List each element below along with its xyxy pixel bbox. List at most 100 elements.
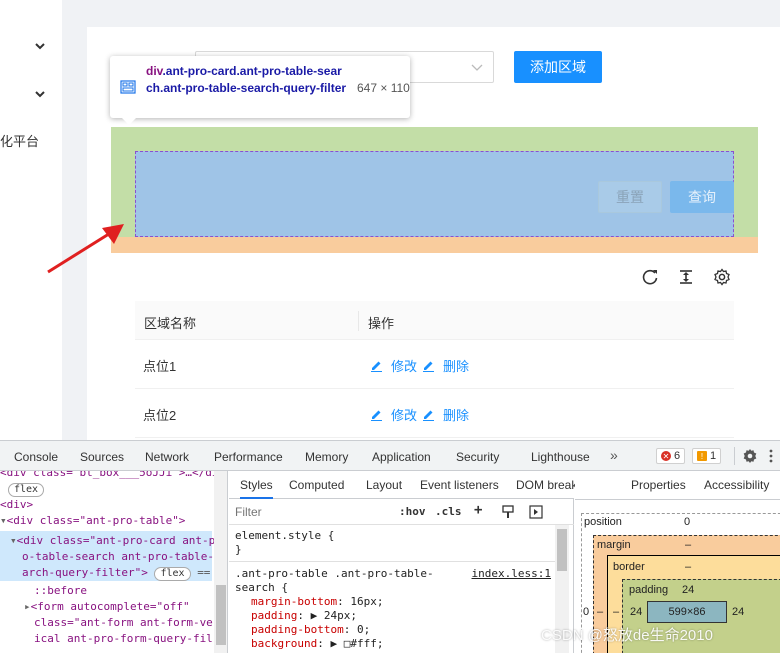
more-tabs-button[interactable]: »: [610, 447, 618, 463]
divider: [734, 447, 735, 465]
error-count: 6: [674, 450, 681, 462]
highlight-margin: [111, 237, 758, 253]
tab-performance[interactable]: Performance: [214, 450, 283, 464]
more-options-icon[interactable]: [768, 448, 774, 464]
elements-tree[interactable]: <div class="bt_box___5oJJi">…</div> flex…: [0, 471, 228, 653]
filter-bar: :hov .cls +: [229, 499, 574, 525]
scrollbar-thumb[interactable]: [557, 529, 567, 571]
expand-triangle-icon[interactable]: ▾: [10, 534, 17, 547]
dom-node-tag: <div class="ant-pro-table">: [6, 514, 186, 527]
css-property: padding-bottom: [251, 623, 344, 636]
box-padding-right: 24: [732, 606, 745, 618]
pseudo-element[interactable]: ::before: [34, 583, 87, 599]
dom-node[interactable]: <div>: [0, 497, 33, 513]
dom-node-classes-end: arch-query-filter"> flex ==: [22, 565, 210, 581]
edit-link[interactable]: 修改: [370, 405, 417, 424]
tab-event-listeners[interactable]: Event listeners: [420, 478, 499, 492]
box-margin-value: –: [685, 539, 692, 551]
box-outer-left: 0: [583, 606, 590, 618]
box-position-value: 0: [684, 516, 691, 528]
tooltip-selector: div.ant-pro-card.ant-pro-table-search.an…: [146, 63, 348, 97]
flex-badge[interactable]: flex: [154, 567, 191, 581]
css-declaration[interactable]: margin-bottom: 16px;: [251, 595, 383, 609]
table-row: 点位2 修改 删除: [135, 389, 734, 438]
hover-state-toggle[interactable]: :hov: [399, 505, 426, 518]
reset-button[interactable]: 重置: [598, 181, 662, 213]
tab-memory[interactable]: Memory: [305, 450, 348, 464]
tab-application[interactable]: Application: [372, 450, 431, 464]
devtools-panel: Console Sources Network Performance Memo…: [0, 440, 780, 653]
delete-link[interactable]: 删除: [422, 356, 469, 375]
edit-icon: [371, 361, 382, 372]
css-property: background: [251, 637, 318, 650]
chevron-down-icon[interactable]: [34, 88, 46, 100]
inspect-tooltip: div.ant-pro-card.ant-pro-table-search.an…: [110, 56, 410, 125]
tab-accessibility[interactable]: Accessibility: [704, 478, 769, 492]
gear-icon[interactable]: [742, 448, 758, 464]
tab-lighthouse[interactable]: Lighthouse: [531, 450, 590, 464]
rule-selector[interactable]: .ant-pro-table .ant-pro-table-: [235, 567, 434, 581]
column-header-actions: 操作: [368, 316, 395, 331]
edit-link[interactable]: 修改: [370, 356, 417, 375]
styles-filter-input[interactable]: [235, 503, 385, 521]
tab-console[interactable]: Console: [14, 450, 58, 464]
dom-node-classes: arch-query-filter">: [22, 566, 148, 579]
dom-node-selected[interactable]: ▾<div class="ant-pro-card ant-pr: [10, 533, 222, 549]
edit-label: 修改: [391, 408, 418, 423]
edit-icon: [423, 361, 434, 372]
divider: [229, 561, 555, 562]
css-property: padding: [251, 609, 298, 622]
sidebar-item-label[interactable]: 化平台: [0, 131, 39, 150]
watermark: CSDN @怒放de生命2010: [541, 627, 713, 644]
red-arrow-icon: [47, 224, 124, 274]
tab-layout[interactable]: Layout: [366, 478, 402, 492]
setting-icon[interactable]: [713, 268, 731, 286]
dom-node[interactable]: <div class="bt_box___5oJJi">…</div>: [0, 471, 227, 481]
sidebar-toggle-icon[interactable]: [529, 505, 543, 519]
dom-node[interactable]: ▾<div class="ant-pro-table">: [0, 513, 185, 529]
css-value: ▶ 24px;: [310, 609, 357, 622]
error-count-badge[interactable]: ✕ 6: [656, 448, 686, 464]
dom-node-badge: flex: [8, 481, 45, 497]
tab-sources[interactable]: Sources: [80, 450, 124, 464]
expand-triangle-icon[interactable]: ▸: [24, 600, 31, 613]
chevron-down-icon[interactable]: [34, 40, 46, 52]
rule-selector[interactable]: search {: [235, 581, 288, 595]
scrollbar[interactable]: [214, 471, 227, 653]
edit-icon: [423, 410, 434, 421]
warning-count-badge[interactable]: ! 1: [692, 448, 722, 464]
query-button[interactable]: 查询: [670, 181, 734, 213]
add-region-button[interactable]: 添加区域: [514, 51, 602, 83]
class-toggle[interactable]: .cls: [435, 505, 462, 518]
divider: [575, 499, 780, 500]
expand-triangle-icon[interactable]: ▾: [0, 514, 7, 527]
element-style-rule[interactable]: element.style {: [235, 529, 334, 543]
css-property: margin-bottom: [251, 595, 338, 608]
new-rule-button[interactable]: +: [474, 502, 482, 518]
box-position-label: position: [584, 516, 622, 528]
tab-styles[interactable]: Styles: [240, 478, 273, 499]
scrollbar-thumb[interactable]: [216, 585, 226, 645]
paint-icon[interactable]: [501, 505, 515, 519]
styles-tabbar: Styles Computed Layout Event listeners D…: [229, 471, 609, 499]
table-row: 点位1 修改 删除: [135, 340, 734, 389]
tab-properties[interactable]: Properties: [631, 478, 686, 492]
delete-link[interactable]: 删除: [422, 405, 469, 424]
tab-network[interactable]: Network: [145, 450, 189, 464]
dom-node[interactable]: ▸<form autocomplete="off": [24, 599, 190, 615]
dom-node-classes: o-table-search ant-pro-table-se: [22, 550, 228, 563]
source-link[interactable]: index.less:1: [472, 567, 551, 580]
css-declaration[interactable]: padding-bottom: 0;: [251, 623, 370, 637]
column-height-icon[interactable]: [677, 268, 695, 286]
dom-node-tag: <div class="ant-pro-card ant-pr: [16, 534, 222, 547]
tab-security[interactable]: Security: [456, 450, 499, 464]
tab-computed[interactable]: Computed: [289, 478, 344, 492]
tooltip-classes: .ant-pro-card.ant-pro-table-search.ant-p…: [146, 64, 347, 95]
flex-badge[interactable]: flex: [8, 483, 45, 497]
reload-icon[interactable]: [641, 268, 659, 286]
edit-label: 修改: [391, 359, 418, 374]
css-declaration[interactable]: padding: ▶ 24px;: [251, 609, 357, 623]
rule-close-brace: }: [235, 543, 242, 556]
css-declaration[interactable]: background: ▶ □#fff;: [251, 637, 383, 651]
edit-icon: [371, 410, 382, 421]
